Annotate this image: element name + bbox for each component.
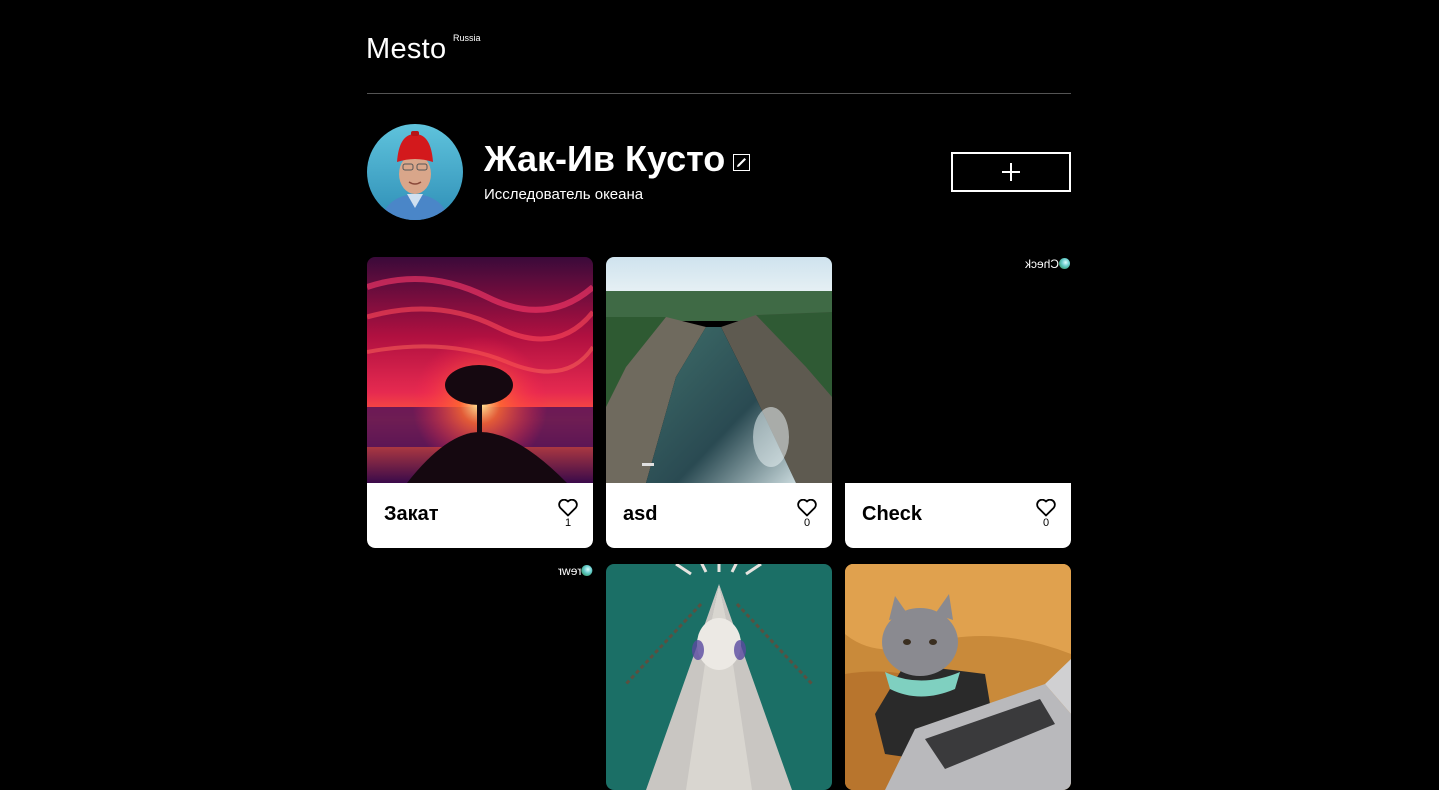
like-button[interactable] [558,498,578,517]
card-title: Check [862,503,923,525]
card-caption: Check 0 [845,483,1071,548]
plus-icon [1002,163,1020,181]
card-title: asd [623,503,658,525]
card-image-broken[interactable]: rewr [367,564,593,790]
image-alt-text: rewr [557,564,581,578]
image-alt-text: Check [1024,257,1059,271]
add-card-button[interactable] [951,152,1071,192]
card-image-river[interactable] [606,257,832,483]
profile-about: Исследователь океана [484,186,644,203]
card: rewr [367,564,593,790]
card-title: Закат [384,503,439,525]
card-caption: Закат 1 [367,483,593,548]
broken-image-icon [1059,258,1070,269]
profile-name: Жак-Ив Кусто [484,138,726,179]
heart-outline-icon [1036,498,1056,517]
broken-image-alt: rewr [558,564,593,578]
card [606,564,832,790]
heart-outline-icon [558,498,578,517]
card [845,564,1071,790]
like-button[interactable] [797,498,817,517]
like-count: 0 [1042,517,1050,529]
site-header: Mesto Russia [366,0,1071,94]
card-image-moth[interactable] [606,564,832,790]
card: Закат 1 [367,257,593,548]
profile: Жак-Ив Кусто Исследователь океана [367,94,1071,257]
broken-image-alt: Check [1025,257,1071,271]
logo[interactable]: Mesto [366,33,446,66]
like-count: 0 [803,517,811,529]
logo-country-label: Russia [453,33,481,43]
card-image-broken[interactable]: Check [845,257,1071,483]
heart-outline-icon [797,498,817,517]
card-image-sunset[interactable] [367,257,593,483]
card: Check Check 0 [845,257,1071,548]
broken-image-icon [581,565,592,576]
like-count: 1 [564,517,572,529]
page: Mesto Russia Жак-Ив Кусто Исследователь … [366,0,1071,790]
like-button[interactable] [1036,498,1056,517]
card-caption: asd 0 [606,483,832,548]
edit-profile-button[interactable] [733,154,750,171]
pencil-icon [737,158,746,167]
card-image-cat[interactable] [845,564,1071,790]
card: asd 0 [606,257,832,548]
avatar[interactable] [367,124,463,220]
